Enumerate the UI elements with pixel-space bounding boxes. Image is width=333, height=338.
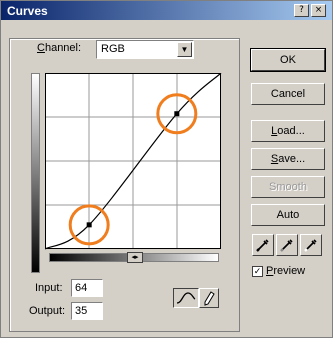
- window-title: Curves: [7, 4, 48, 18]
- black-eyedropper-icon: [256, 239, 269, 252]
- curve-graph[interactable]: [45, 73, 223, 251]
- preview-checkbox[interactable]: ✓: [252, 266, 263, 277]
- output-label: Output:: [29, 305, 66, 317]
- load-button[interactable]: Load...: [251, 120, 325, 142]
- pencil-icon: [204, 291, 215, 306]
- gray-eyedropper-icon: [280, 239, 293, 252]
- curve-point[interactable]: [174, 111, 180, 117]
- channel-label: Channel:: [37, 42, 82, 54]
- output-gradient-bar: [31, 73, 40, 273]
- input-label: Input:: [35, 282, 63, 294]
- white-eyedropper-button[interactable]: [300, 234, 322, 256]
- chevron-down-icon[interactable]: ▼: [177, 42, 192, 57]
- black-eyedropper-button[interactable]: [252, 234, 274, 256]
- help-button[interactable]: ?: [294, 4, 309, 17]
- gray-eyedropper-button[interactable]: [276, 234, 298, 256]
- output-field[interactable]: 35: [71, 302, 103, 320]
- curve-point[interactable]: [86, 222, 92, 228]
- white-eyedropper-icon: [304, 239, 317, 252]
- title-bar[interactable]: Curves ? ×: [1, 1, 332, 20]
- channel-select[interactable]: RGB ▼: [96, 40, 194, 59]
- check-icon: ✓: [253, 266, 262, 276]
- preview-label: Preview: [266, 265, 306, 277]
- close-button[interactable]: ×: [311, 4, 326, 17]
- ok-button[interactable]: OK: [250, 48, 326, 72]
- curve-tool-button[interactable]: [173, 288, 199, 308]
- input-field[interactable]: 64: [71, 279, 103, 297]
- curve-tool-icon: [176, 292, 196, 304]
- cancel-button[interactable]: Cancel: [251, 83, 325, 105]
- curves-dialog: Curves ? × Channel: RGB ▼ ◂▸ Input: 64 O…: [0, 0, 333, 338]
- auto-button[interactable]: Auto: [251, 204, 325, 226]
- save-button[interactable]: Save...: [251, 148, 325, 170]
- pencil-tool-button[interactable]: [199, 288, 219, 308]
- gradient-toggle-button[interactable]: ◂▸: [127, 252, 143, 263]
- smooth-button[interactable]: Smooth: [251, 176, 325, 198]
- channel-value: RGB: [101, 43, 125, 55]
